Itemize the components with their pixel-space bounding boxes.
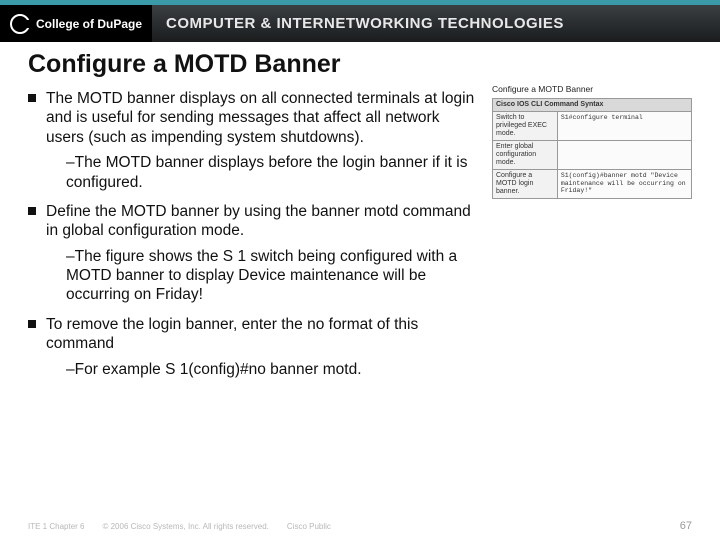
college-logo: College of DuPage <box>0 5 152 42</box>
bullet-sub: –The figure shows the S 1 switch being c… <box>66 247 478 305</box>
footer-chapter: ITE 1 Chapter 6 <box>28 522 84 531</box>
slide-content: Configure a MOTD Banner The MOTD banner … <box>0 42 720 389</box>
logo-text: College of DuPage <box>36 17 142 31</box>
bullet-item: To remove the login banner, enter the no… <box>28 315 478 379</box>
bullet-item: Define the MOTD banner by using the bann… <box>28 202 478 305</box>
header-bar: College of DuPage COMPUTER & INTERNETWOR… <box>0 0 720 42</box>
bullet-list: The MOTD banner displays on all connecte… <box>28 89 478 379</box>
logo-icon <box>10 14 30 34</box>
bullet-item: The MOTD banner displays on all connecte… <box>28 89 478 192</box>
text-column: Configure a MOTD Banner The MOTD banner … <box>28 50 488 389</box>
row-desc: Enter global configuration mode. <box>493 141 558 170</box>
figure-table: Cisco IOS CLI Command Syntax Switch to p… <box>492 98 692 199</box>
row-desc: Configure a MOTD login banner. <box>493 170 558 199</box>
table-row: Switch to privileged EXEC mode. S1#confi… <box>493 112 692 141</box>
table-header-row: Cisco IOS CLI Command Syntax <box>493 99 692 112</box>
slide-title: Configure a MOTD Banner <box>28 50 478 79</box>
page-number: 67 <box>680 520 692 532</box>
bullet-text: To remove the login banner, enter the no… <box>46 316 418 352</box>
bullet-sub: –The MOTD banner displays before the log… <box>66 153 478 192</box>
bullet-sub: –For example S 1(config)#no banner motd. <box>66 360 478 379</box>
row-cmd <box>557 141 691 170</box>
table-row: Enter global configuration mode. <box>493 141 692 170</box>
row-cmd: S1(config)#banner motd "Device maintenan… <box>557 170 691 199</box>
bullet-text: Define the MOTD banner by using the bann… <box>46 203 471 239</box>
header-title: COMPUTER & INTERNETWORKING TECHNOLOGIES <box>166 15 564 32</box>
figure-title: Configure a MOTD Banner <box>492 84 692 94</box>
row-cmd: S1#configure terminal <box>557 112 691 141</box>
footer-copyright: © 2006 Cisco Systems, Inc. All rights re… <box>102 522 268 531</box>
bullet-text: The MOTD banner displays on all connecte… <box>46 90 474 146</box>
header-title-wrap: COMPUTER & INTERNETWORKING TECHNOLOGIES <box>152 5 720 42</box>
figure-header: Cisco IOS CLI Command Syntax <box>493 99 692 112</box>
footer-public: Cisco Public <box>287 522 331 531</box>
footer: ITE 1 Chapter 6 © 2006 Cisco Systems, In… <box>28 520 692 532</box>
table-row: Configure a MOTD login banner. S1(config… <box>493 170 692 199</box>
row-desc: Switch to privileged EXEC mode. <box>493 112 558 141</box>
figure-column: Configure a MOTD Banner Cisco IOS CLI Co… <box>492 84 692 199</box>
